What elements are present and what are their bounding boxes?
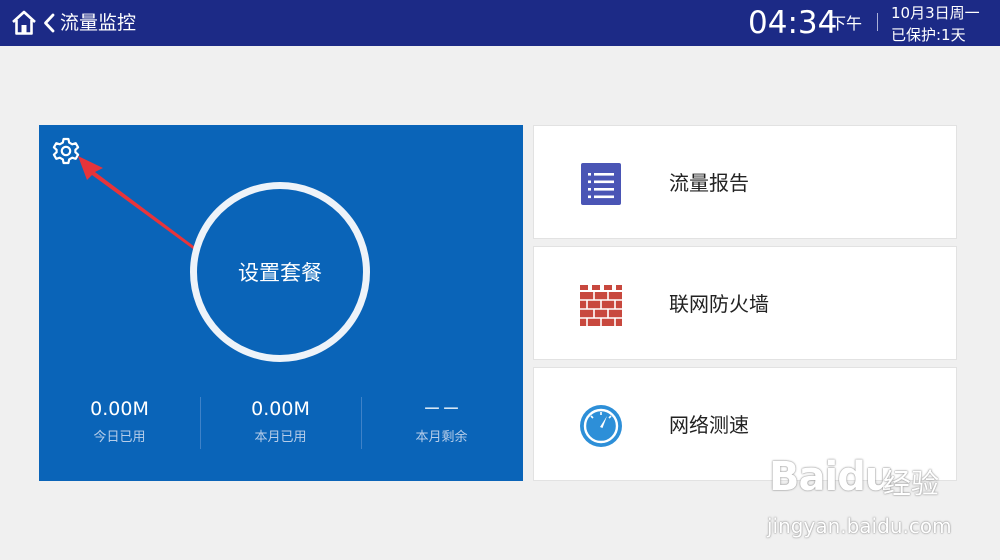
set-plan-button[interactable]: 设置套餐 [190, 182, 370, 362]
baidu-watermark: Baidu 经验 jingyan.baidu.com [765, 452, 975, 547]
clock-ampm: 下午 [830, 14, 863, 33]
traffic-report-card[interactable]: 流量报告 [533, 125, 957, 239]
month-used-label: 本月已用 [254, 430, 307, 445]
today-used-value: 0.00M [90, 398, 149, 420]
speed-test-label: 网络测速 [669, 413, 749, 437]
firewall-brick-icon [580, 285, 622, 326]
protection-days: 已保护:1天 [891, 26, 966, 44]
header-divider [877, 13, 878, 31]
watermark-url: jingyan.baidu.com [767, 514, 952, 538]
firewall-label: 联网防火墙 [669, 292, 769, 316]
watermark-brand: Baidu [769, 454, 893, 500]
title-bar: 流量监控 04:34 下午 10月3日周一 已保护:1天 [0, 0, 1000, 46]
month-used-stat: 0.00M 本月已用 [200, 397, 361, 447]
speedometer-icon [580, 405, 622, 447]
annotation-arrow [78, 156, 199, 252]
month-remaining-value: －－ [422, 398, 461, 420]
today-used-label: 今日已用 [93, 430, 146, 445]
back-chevron-icon[interactable] [42, 12, 56, 34]
traffic-panel: 设置套餐 0.00M 今日已用 0.00M 本月已用 －－ 本月剩余 [39, 125, 523, 481]
month-remaining-label: 本月剩余 [415, 430, 468, 445]
home-icon[interactable] [10, 9, 38, 37]
clock-time: 04:34 [748, 5, 838, 41]
set-plan-label: 设置套餐 [238, 261, 322, 285]
report-list-icon [581, 163, 621, 205]
date-text: 10月3日周一 [891, 4, 980, 22]
traffic-report-label: 流量报告 [669, 171, 749, 195]
today-used-stat: 0.00M 今日已用 [39, 397, 200, 447]
month-used-value: 0.00M [251, 398, 310, 420]
month-remaining-stat: －－ 本月剩余 [361, 397, 522, 447]
page-title: 流量监控 [60, 12, 137, 34]
firewall-card[interactable]: 联网防火墙 [533, 246, 957, 360]
watermark-word: 经验 [883, 467, 940, 500]
